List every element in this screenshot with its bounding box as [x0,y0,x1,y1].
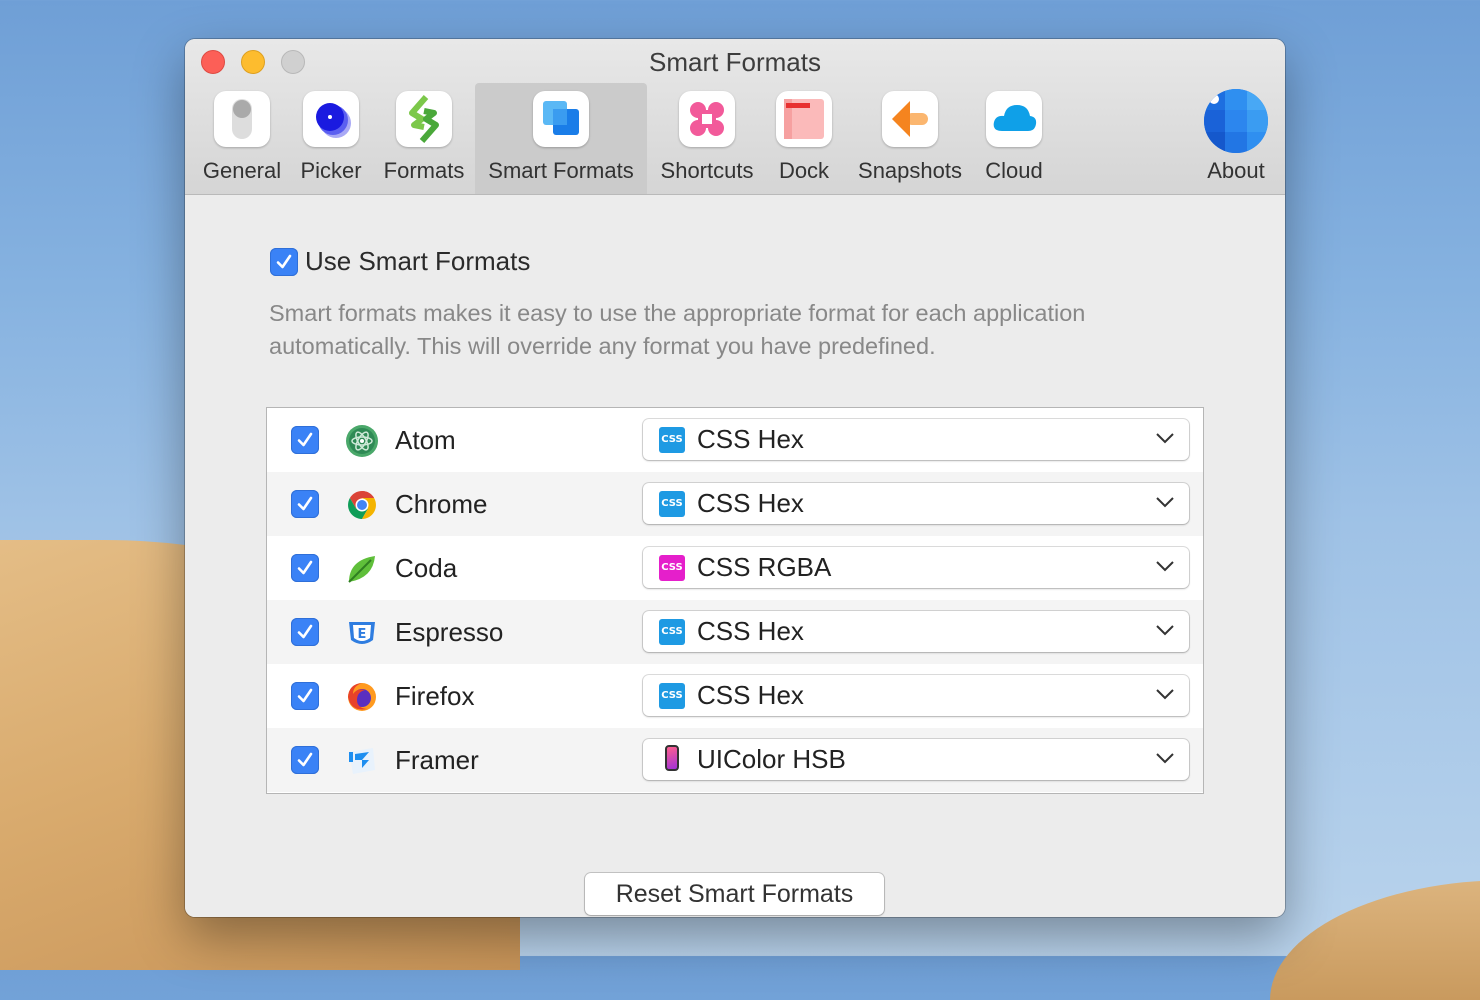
tab-shortcuts[interactable]: Shortcuts [651,83,763,194]
chevron-down-icon [1156,625,1174,636]
format-popup[interactable]: CSS CSS Hex [643,419,1189,460]
picker-icon [303,91,359,147]
format-value: UIColor HSB [697,744,846,774]
app-name: Firefox [395,681,475,711]
framer-icon [345,744,379,778]
table-row: Chrome CSS CSS Hex [267,472,1203,536]
checkmark-icon [297,496,313,511]
desktop-dune-right [1270,880,1480,1000]
chevron-down-icon [1156,753,1174,764]
app-name: Framer [395,745,479,775]
format-popup[interactable]: CSS CSS RGBA [643,547,1189,588]
espresso-icon: E [345,616,379,650]
dock-icon [776,91,832,147]
css-icon: CSS [659,619,685,645]
checkmark-icon [297,688,313,703]
checkmark-icon [297,624,313,639]
format-popup[interactable]: CSS CSS Hex [643,483,1189,524]
app-name: Espresso [395,617,504,647]
chevron-down-icon [1156,433,1174,444]
smart-formats-icon [533,91,589,147]
table-row: E Espresso CSS CSS Hex [267,600,1203,664]
use-smart-formats-checkbox[interactable] [270,248,298,276]
chrome-icon [345,488,379,522]
format-value: CSS Hex [697,680,804,710]
cloud-icon [986,91,1042,147]
app-name: Chrome [395,489,488,519]
reset-smart-formats-button[interactable]: Reset Smart Formats [585,873,884,915]
tab-about[interactable]: About [1195,83,1277,194]
table-row: Coda CSS CSS RGBA [267,536,1203,600]
checkmark-icon [276,254,292,269]
table-row: Firefox CSS CSS Hex [267,664,1203,728]
chevron-down-icon [1156,561,1174,572]
app-enabled-checkbox[interactable] [291,490,319,518]
tab-label: Cloud [985,158,1043,183]
format-value: CSS Hex [697,424,804,454]
tab-dock[interactable]: Dock [767,83,841,194]
app-enabled-checkbox[interactable] [291,554,319,582]
snapshots-icon [882,91,938,147]
tab-snapshots[interactable]: Snapshots [853,83,967,194]
app-enabled-checkbox[interactable] [291,426,319,454]
tab-cloud[interactable]: Cloud [975,83,1053,194]
description-text: Smart formats makes it easy to use the a… [269,300,1086,359]
titlebar-toolbar: Smart Formats General Picker Formats Sma… [185,39,1285,195]
app-enabled-checkbox[interactable] [291,682,319,710]
checkmark-icon [297,560,313,575]
toggle-icon [214,91,270,147]
atom-icon [345,424,379,458]
smart-formats-pane: Use Smart Formats Smart formats makes it… [185,195,1285,917]
format-value: CSS RGBA [697,552,832,582]
tab-label: Snapshots [858,158,962,183]
about-icon [1204,89,1268,153]
window-title: Smart Formats [649,47,821,77]
tab-formats[interactable]: Formats [377,83,471,194]
table-row: Framer UIColor HSB [267,728,1203,792]
shortcuts-icon [679,91,735,147]
formats-icon [396,91,452,147]
format-popup[interactable]: CSS CSS Hex [643,675,1189,716]
chevron-down-icon [1156,689,1174,700]
tab-general[interactable]: General [199,83,285,194]
table-row: Atom CSS CSS Hex [267,408,1203,472]
preferences-window: Smart Formats General Picker Formats Sma… [185,39,1285,917]
format-popup[interactable]: UIColor HSB [643,739,1189,780]
css-icon: CSS [659,555,685,581]
chevron-down-icon [1156,497,1174,508]
tab-label: About [1207,158,1265,183]
coda-icon [345,552,379,586]
use-smart-formats-label: Use Smart Formats [305,246,531,276]
firefox-icon [345,680,379,714]
app-name: Atom [395,425,456,455]
tab-label: Smart Formats [488,158,634,183]
format-value: CSS Hex [697,488,804,518]
tab-label: Dock [778,158,830,183]
tab-label: Picker [300,158,362,183]
css-icon: CSS [659,427,685,453]
svg-text:E: E [358,627,367,642]
app-name: Coda [395,553,458,583]
tab-label: Shortcuts [660,158,754,183]
format-value: CSS Hex [697,616,804,646]
app-enabled-checkbox[interactable] [291,746,319,774]
tab-label: Formats [383,158,465,183]
tab-picker[interactable]: Picker [293,83,369,194]
checkmark-icon [297,432,313,447]
app-format-table: Atom CSS CSS Hex Chrome CSS CSS Hex Coda… [266,407,1204,794]
app-enabled-checkbox[interactable] [291,618,319,646]
checkmark-icon [297,752,313,767]
css-icon: CSS [659,683,685,709]
iphone-icon [665,745,679,771]
format-popup[interactable]: CSS CSS Hex [643,611,1189,652]
tab-label: General [202,158,282,183]
tab-smart-formats[interactable]: Smart Formats [475,83,647,194]
css-icon: CSS [659,491,685,517]
